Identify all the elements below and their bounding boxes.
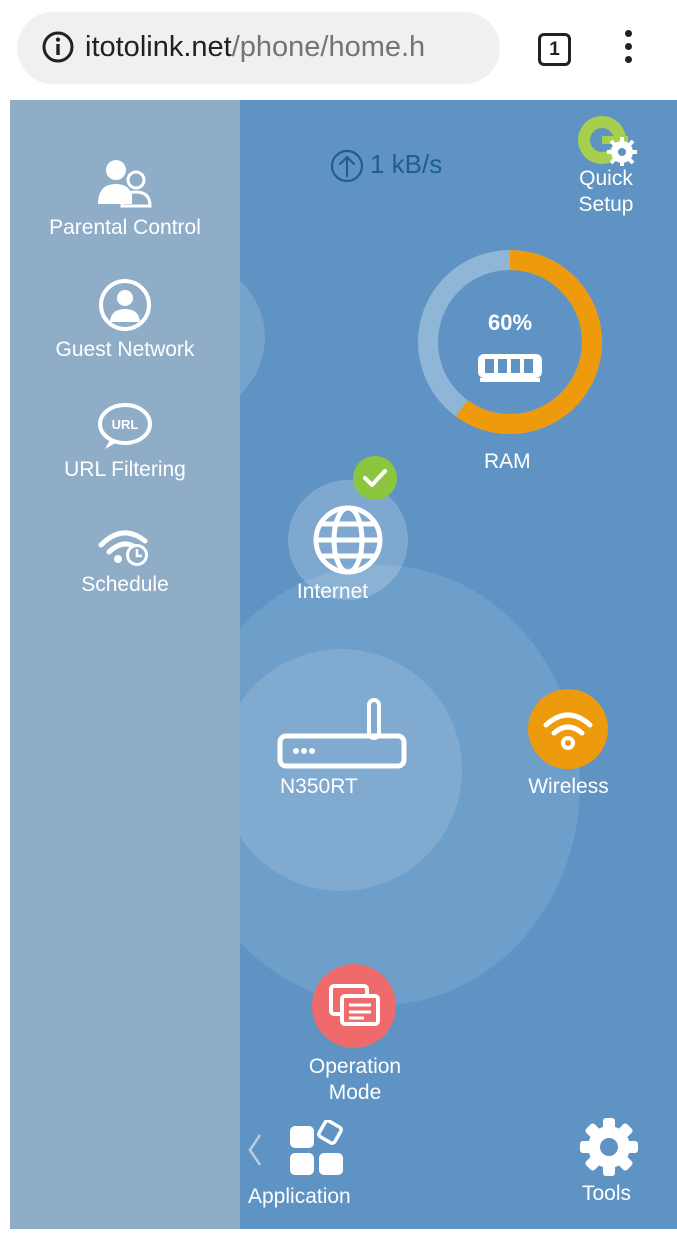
memory-chip-icon [478,354,542,382]
operation-mode-node[interactable] [312,964,396,1048]
wireless-node[interactable] [528,689,608,769]
url-domain: itotolink.net [85,31,232,63]
quick-setup-icon [578,116,637,166]
sidebar-item-schedule[interactable]: Schedule [10,525,240,597]
sidebar-item-label: URL Filtering [64,458,186,481]
schedule-icon [98,530,148,566]
url-badge-text: URL [112,417,139,432]
address-bar[interactable]: itotolink.net/phone/home.h [17,12,500,84]
quick-setup-label-2: Setup [578,193,634,216]
chevron-left-icon[interactable] [247,1132,263,1168]
ram-percent: 60% [488,310,532,335]
guest-network-icon [99,279,151,331]
wireless-label: Wireless [528,775,609,798]
ram-gauge[interactable]: 60% [416,248,604,436]
sidebar-item-url-filtering[interactable]: URL URL Filtering [10,400,240,482]
url-text[interactable]: itotolink.net/phone/home.h [85,30,490,64]
tools-label[interactable]: Tools [582,1182,631,1206]
sidebar-item-label: Guest Network [55,338,195,361]
tab-switcher-button[interactable]: 1 [538,33,571,66]
sidebar-item-parental-control[interactable]: Parental Control [10,158,240,240]
info-icon[interactable] [41,30,75,64]
sidebar-item-guest-network[interactable]: Guest Network [10,278,240,362]
gear-icon[interactable] [578,1116,640,1178]
kebab-menu-icon[interactable] [618,30,638,70]
upload-arrow-icon [330,150,364,183]
screen-bottom-edge [0,1229,677,1239]
sidebar-item-label: Parental Control [49,216,201,239]
url-filtering-icon: URL [98,403,152,449]
connected-check-icon [353,456,397,500]
router-icon[interactable] [276,696,408,772]
application-sidebar: Parental Control Guest Network URL URL F… [10,100,240,1229]
operation-mode-icon [329,984,380,1026]
wifi-icon [543,712,593,750]
url-path: /phone/home.h [231,31,426,63]
sidebar-item-label: Schedule [81,573,169,596]
upload-speed-value: 1 kB/s [370,149,443,179]
parental-control-icon [98,160,152,208]
device-model-label: N350RT [280,775,358,798]
operation-mode-label: Operation Mode [302,1054,408,1106]
quick-setup-button[interactable]: Quick Setup [570,110,642,218]
operation-mode-label-2: Mode [328,1081,382,1104]
browser-toolbar: itotolink.net/phone/home.h 1 [0,0,677,100]
application-label[interactable]: Application [248,1185,351,1209]
application-grid-icon[interactable] [288,1120,348,1180]
operation-mode-label-1: Operation [308,1055,402,1078]
quick-setup-label-1: Quick [579,167,633,190]
router-home-screen: 1 kB/s Quick Setup 60% RAM Internet N350… [10,100,677,1229]
ram-label: RAM [484,450,531,473]
internet-label: Internet [296,580,369,603]
upload-speed: 1 kB/s [330,148,442,183]
